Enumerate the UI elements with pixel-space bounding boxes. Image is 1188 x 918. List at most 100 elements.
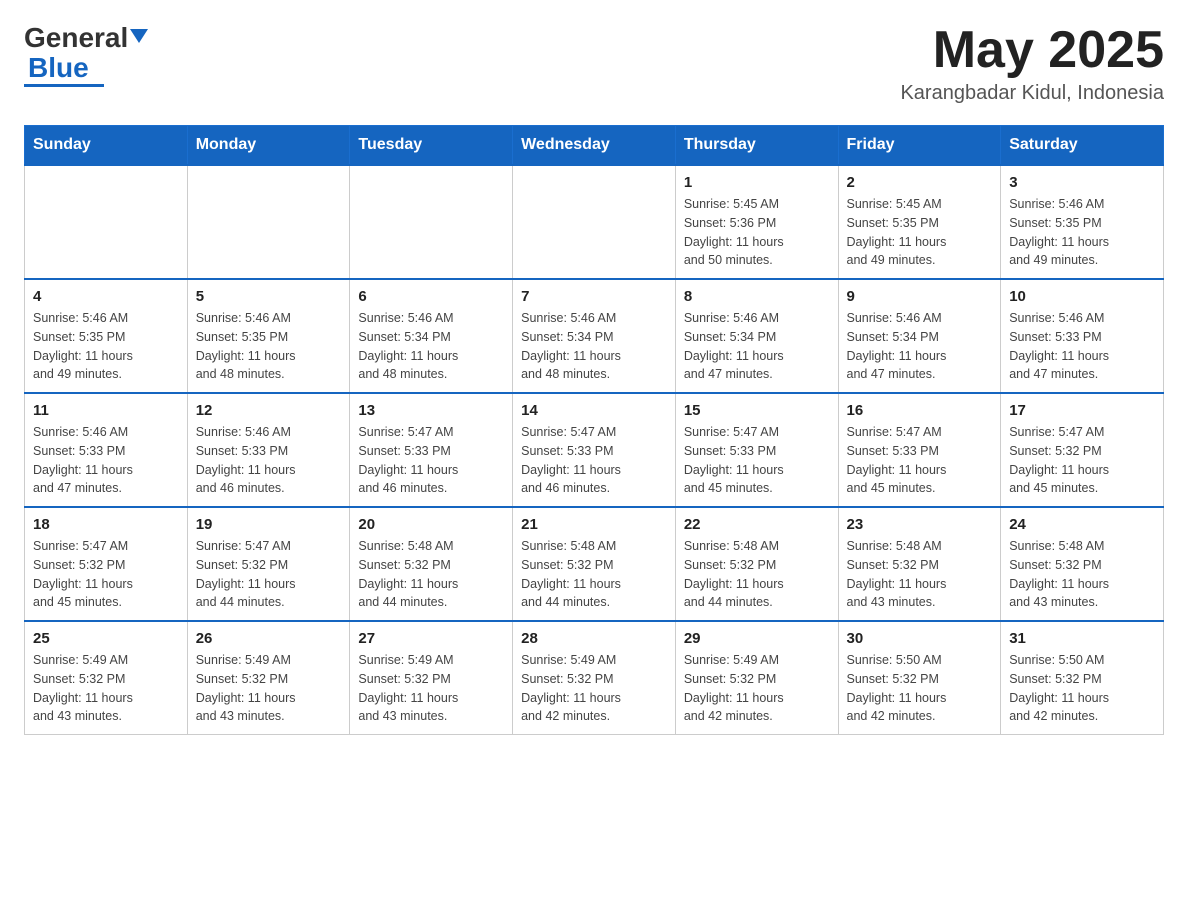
day-number: 8 [684, 288, 830, 305]
day-number: 19 [196, 516, 342, 533]
day-number: 9 [847, 288, 993, 305]
day-number: 16 [847, 402, 993, 419]
day-info: Sunrise: 5:46 AMSunset: 5:34 PMDaylight:… [521, 309, 667, 384]
day-number: 23 [847, 516, 993, 533]
logo-general: General [24, 24, 148, 52]
day-info: Sunrise: 5:47 AMSunset: 5:32 PMDaylight:… [196, 537, 342, 612]
table-row: 31 Sunrise: 5:50 AMSunset: 5:32 PMDayligh… [1001, 621, 1164, 735]
day-number: 3 [1009, 174, 1155, 191]
table-row: 7 Sunrise: 5:46 AMSunset: 5:34 PMDaylight… [513, 279, 676, 393]
calendar-week-row: 4 Sunrise: 5:46 AMSunset: 5:35 PMDaylight… [25, 279, 1164, 393]
calendar-header-row: Sunday Monday Tuesday Wednesday Thursday… [25, 126, 1164, 166]
logo-blue: Blue [28, 54, 89, 82]
day-info: Sunrise: 5:47 AMSunset: 5:33 PMDaylight:… [521, 423, 667, 498]
day-number: 20 [358, 516, 504, 533]
table-row: 21 Sunrise: 5:48 AMSunset: 5:32 PMDayligh… [513, 507, 676, 621]
day-number: 15 [684, 402, 830, 419]
day-number: 30 [847, 630, 993, 647]
table-row: 6 Sunrise: 5:46 AMSunset: 5:34 PMDaylight… [350, 279, 513, 393]
day-info: Sunrise: 5:45 AMSunset: 5:36 PMDaylight:… [684, 195, 830, 270]
day-number: 21 [521, 516, 667, 533]
day-info: Sunrise: 5:46 AMSunset: 5:34 PMDaylight:… [684, 309, 830, 384]
day-info: Sunrise: 5:47 AMSunset: 5:33 PMDaylight:… [358, 423, 504, 498]
table-row: 28Sunrise: 5:49 AMSunset: 5:32 PMDayligh… [513, 621, 676, 735]
day-info: Sunrise: 5:48 AMSunset: 5:32 PMDaylight:… [684, 537, 830, 612]
table-row: 27 Sunrise: 5:49 AMSunset: 5:32 PMDayligh… [350, 621, 513, 735]
day-number: 27 [358, 630, 504, 647]
day-info: Sunrise: 5:46 AMSunset: 5:33 PMDaylight:… [196, 423, 342, 498]
calendar-table: Sunday Monday Tuesday Wednesday Thursday… [24, 125, 1164, 735]
table-row: 1Sunrise: 5:45 AMSunset: 5:36 PMDaylight… [675, 165, 838, 279]
day-info: Sunrise: 5:46 AMSunset: 5:35 PMDaylight:… [33, 309, 179, 384]
day-number: 28 [521, 630, 667, 647]
calendar-week-row: 1Sunrise: 5:45 AMSunset: 5:36 PMDaylight… [25, 165, 1164, 279]
table-row [25, 165, 188, 279]
day-number: 5 [196, 288, 342, 305]
day-info: Sunrise: 5:47 AMSunset: 5:32 PMDaylight:… [1009, 423, 1155, 498]
day-number: 14 [521, 402, 667, 419]
table-row: 24 Sunrise: 5:48 AMSunset: 5:32 PMDayligh… [1001, 507, 1164, 621]
day-info: Sunrise: 5:45 AMSunset: 5:35 PMDaylight:… [847, 195, 993, 270]
table-row: 18 Sunrise: 5:47 AMSunset: 5:32 PMDayligh… [25, 507, 188, 621]
calendar-week-row: 11 Sunrise: 5:46 AMSunset: 5:33 PMDayligh… [25, 393, 1164, 507]
title-block: May 2025 Karangbadar Kidul, Indonesia [900, 24, 1164, 105]
day-info: Sunrise: 5:49 AMSunset: 5:32 PMDaylight:… [196, 651, 342, 726]
col-saturday: Saturday [1001, 126, 1164, 166]
day-info: Sunrise: 5:48 AMSunset: 5:32 PMDaylight:… [521, 537, 667, 612]
table-row: 8 Sunrise: 5:46 AMSunset: 5:34 PMDaylight… [675, 279, 838, 393]
table-row: 19 Sunrise: 5:47 AMSunset: 5:32 PMDayligh… [187, 507, 350, 621]
logo: General Blue [24, 24, 148, 87]
day-number: 25 [33, 630, 179, 647]
page-header: General Blue May 2025 Karangbadar Kidul,… [24, 24, 1164, 105]
day-info: Sunrise: 5:47 AMSunset: 5:33 PMDaylight:… [684, 423, 830, 498]
day-info: Sunrise: 5:46 AMSunset: 5:34 PMDaylight:… [847, 309, 993, 384]
col-monday: Monday [187, 126, 350, 166]
day-number: 2 [847, 174, 993, 191]
day-number: 7 [521, 288, 667, 305]
day-info: Sunrise: 5:49 AMSunset: 5:32 PMDaylight:… [33, 651, 179, 726]
day-number: 18 [33, 516, 179, 533]
table-row: 13 Sunrise: 5:47 AMSunset: 5:33 PMDayligh… [350, 393, 513, 507]
day-info: Sunrise: 5:48 AMSunset: 5:32 PMDaylight:… [1009, 537, 1155, 612]
day-info: Sunrise: 5:46 AMSunset: 5:35 PMDaylight:… [196, 309, 342, 384]
day-info: Sunrise: 5:49 AMSunset: 5:32 PMDaylight:… [358, 651, 504, 726]
day-number: 24 [1009, 516, 1155, 533]
calendar-week-row: 18 Sunrise: 5:47 AMSunset: 5:32 PMDayligh… [25, 507, 1164, 621]
table-row: 15 Sunrise: 5:47 AMSunset: 5:33 PMDayligh… [675, 393, 838, 507]
table-row: 5 Sunrise: 5:46 AMSunset: 5:35 PMDaylight… [187, 279, 350, 393]
day-info: Sunrise: 5:46 AMSunset: 5:33 PMDaylight:… [1009, 309, 1155, 384]
table-row: 30 Sunrise: 5:50 AMSunset: 5:32 PMDayligh… [838, 621, 1001, 735]
table-row: 4 Sunrise: 5:46 AMSunset: 5:35 PMDaylight… [25, 279, 188, 393]
table-row [187, 165, 350, 279]
day-info: Sunrise: 5:46 AMSunset: 5:33 PMDaylight:… [33, 423, 179, 498]
day-info: Sunrise: 5:46 AMSunset: 5:35 PMDaylight:… [1009, 195, 1155, 270]
table-row: 16Sunrise: 5:47 AMSunset: 5:33 PMDayligh… [838, 393, 1001, 507]
table-row [513, 165, 676, 279]
day-info: Sunrise: 5:50 AMSunset: 5:32 PMDaylight:… [1009, 651, 1155, 726]
table-row: 9 Sunrise: 5:46 AMSunset: 5:34 PMDaylight… [838, 279, 1001, 393]
day-number: 6 [358, 288, 504, 305]
table-row: 25 Sunrise: 5:49 AMSunset: 5:32 PMDayligh… [25, 621, 188, 735]
day-number: 11 [33, 402, 179, 419]
day-number: 13 [358, 402, 504, 419]
day-number: 26 [196, 630, 342, 647]
logo-underline [24, 84, 104, 87]
day-number: 22 [684, 516, 830, 533]
table-row: 14 Sunrise: 5:47 AMSunset: 5:33 PMDayligh… [513, 393, 676, 507]
table-row: 22 Sunrise: 5:48 AMSunset: 5:32 PMDayligh… [675, 507, 838, 621]
col-tuesday: Tuesday [350, 126, 513, 166]
table-row: 29Sunrise: 5:49 AMSunset: 5:32 PMDayligh… [675, 621, 838, 735]
day-info: Sunrise: 5:47 AMSunset: 5:32 PMDaylight:… [33, 537, 179, 612]
table-row: 23Sunrise: 5:48 AMSunset: 5:32 PMDayligh… [838, 507, 1001, 621]
location: Karangbadar Kidul, Indonesia [900, 82, 1164, 105]
col-friday: Friday [838, 126, 1001, 166]
calendar-week-row: 25 Sunrise: 5:49 AMSunset: 5:32 PMDayligh… [25, 621, 1164, 735]
day-number: 4 [33, 288, 179, 305]
day-number: 31 [1009, 630, 1155, 647]
table-row: 20Sunrise: 5:48 AMSunset: 5:32 PMDayligh… [350, 507, 513, 621]
day-number: 12 [196, 402, 342, 419]
day-number: 10 [1009, 288, 1155, 305]
day-info: Sunrise: 5:46 AMSunset: 5:34 PMDaylight:… [358, 309, 504, 384]
table-row: 12 Sunrise: 5:46 AMSunset: 5:33 PMDayligh… [187, 393, 350, 507]
day-info: Sunrise: 5:50 AMSunset: 5:32 PMDaylight:… [847, 651, 993, 726]
